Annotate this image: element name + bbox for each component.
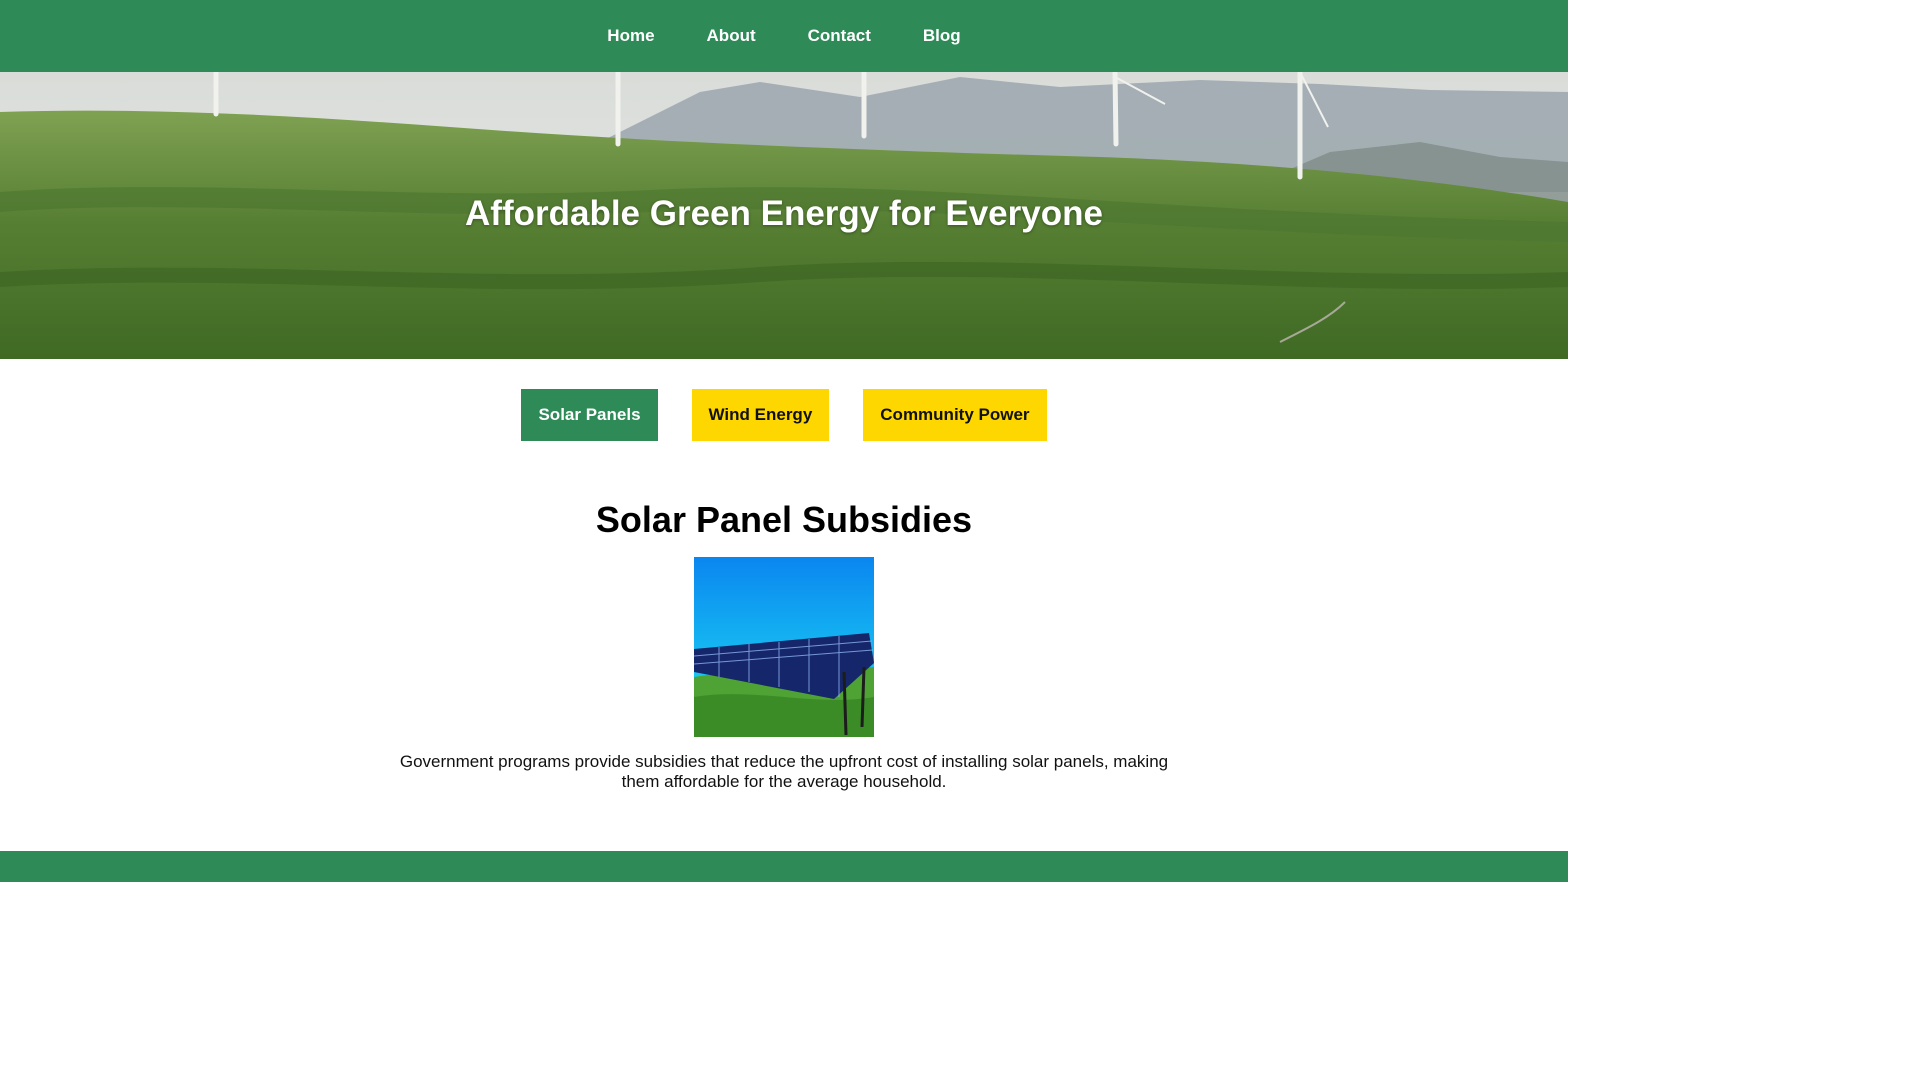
tab-solar-panels[interactable]: Solar Panels: [521, 389, 658, 441]
category-tabs: Solar Panels Wind Energy Community Power: [0, 389, 1568, 441]
nav-link-blog[interactable]: Blog: [923, 26, 961, 46]
hero-banner: Affordable Green Energy for Everyone: [0, 72, 1568, 359]
nav-link-contact[interactable]: Contact: [808, 26, 871, 46]
tab-community-power[interactable]: Community Power: [863, 389, 1047, 441]
tab-wind-energy[interactable]: Wind Energy: [691, 389, 830, 441]
top-navbar: Home About Contact Blog: [0, 0, 1568, 72]
nav-link-about[interactable]: About: [707, 26, 756, 46]
hero-title: Affordable Green Energy for Everyone: [465, 194, 1103, 233]
footer-bar: [0, 851, 1568, 882]
section-description: Government programs provide subsidies th…: [399, 752, 1169, 791]
section-title: Solar Panel Subsidies: [595, 499, 973, 540]
nav-link-home[interactable]: Home: [607, 26, 654, 46]
solar-panel-image: [694, 557, 874, 737]
